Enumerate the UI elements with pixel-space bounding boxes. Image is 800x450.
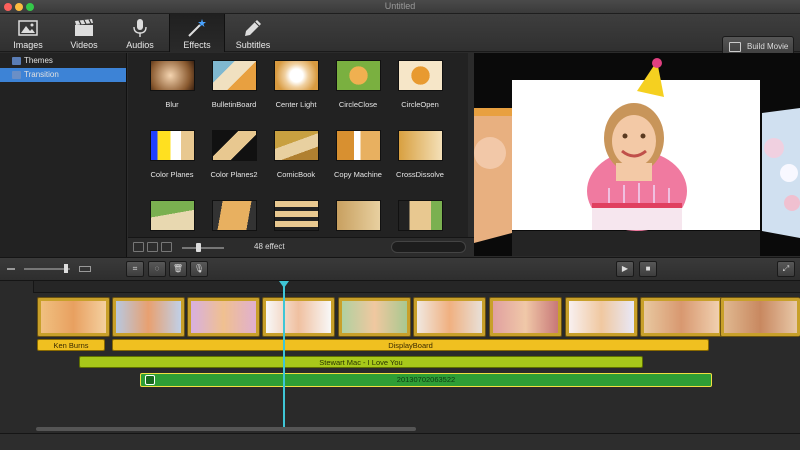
video-clip[interactable] [565,297,638,337]
timeline-scrollbar[interactable] [36,427,416,431]
video-clip[interactable] [338,297,411,337]
voice-track-label: 20130702063522 [396,375,456,384]
zoom-in-icon[interactable] [79,266,91,272]
video-clip[interactable] [37,297,110,337]
sidebar-item-themes[interactable]: Themes [0,54,126,68]
timeline-controls: ⌗ ◌ 🗑 🎙 ▶ ■ ⤢ [0,257,800,281]
effect-crossdissolve[interactable]: CrossDissolve [384,123,456,193]
music-track-label: Stewart Mac - I Love You [319,358,403,367]
images-icon [18,20,38,36]
effect-thumbnail [274,60,319,91]
thumbnail-size-slider[interactable] [182,247,224,249]
sidebar-item-label: Themes [24,56,53,65]
effect-search-input[interactable] [391,241,466,253]
video-clip[interactable] [720,297,800,337]
effect-thumbnail [398,60,443,91]
sidebar-item-label: Transition [24,70,59,79]
crop-button[interactable]: ⌗ [126,261,144,277]
playhead[interactable] [283,281,285,427]
effect-thumbnail [336,60,381,91]
status-bar [0,433,800,450]
effect-track-clip[interactable]: DisplayBoard [112,339,709,351]
delete-button[interactable]: 🗑 [169,261,187,277]
microphone-icon [133,19,147,37]
effect-count: 48 effect [254,242,285,251]
tab-subtitles[interactable]: Subtitles [225,14,281,52]
effect-thumbnail [274,200,319,231]
clapperboard-icon [75,19,93,36]
rotate-button[interactable]: ◌ [148,261,166,277]
pencil-icon [245,20,261,36]
video-preview [474,53,800,256]
video-clip[interactable] [112,297,185,337]
fullscreen-button[interactable]: ⤢ [777,261,795,277]
video-clip[interactable] [413,297,486,337]
effects-grid: Blur BulletinBoard Center Light CircleCl… [128,53,468,237]
tab-videos[interactable]: Videos [56,14,112,52]
title-bar: Untitled [0,0,800,14]
effect-thumbnail [212,200,257,231]
stop-button[interactable]: ■ [639,261,657,277]
effect-label: CircleOpen [401,100,439,109]
video-clip[interactable] [489,297,562,337]
tab-label: Effects [183,40,211,50]
timeline-zoom-knob[interactable] [64,264,68,273]
voice-track-clip[interactable]: 20130702063522 [140,373,712,387]
build-movie-label: Build Movie [747,42,789,51]
sidebar-item-transition[interactable]: Transition [0,68,126,82]
tab-label: Subtitles [235,40,271,50]
detail-view-icon[interactable] [161,242,172,252]
tab-effects[interactable]: Effects [169,14,225,52]
effect-thumbnail [150,130,195,161]
themes-icon [12,57,21,65]
tab-label: Images [13,40,43,50]
thumbnail-size-knob[interactable] [196,243,201,252]
effect-thumbnail [398,130,443,161]
video-clip[interactable] [262,297,335,337]
effect-track-label: Ken Burns [53,341,89,350]
video-clip[interactable] [187,297,260,337]
effect-circleopen[interactable]: CircleOpen [384,53,456,123]
tab-audios[interactable]: Audios [112,14,168,52]
effect-thumbnail [150,200,195,231]
effect-thumbnail [150,60,195,91]
film-icon [729,42,741,52]
effect-thumbnail [274,130,319,161]
grid-view-icon[interactable] [133,242,144,252]
transition-icon [12,71,21,79]
zoom-out-icon[interactable] [7,268,15,270]
play-button[interactable]: ▶ [616,261,634,277]
music-track-clip[interactable]: Stewart Mac - I Love You [79,356,643,368]
tab-label: Videos [70,40,98,50]
effect-thumbnail [398,200,443,231]
record-voice-button[interactable]: 🎙 [190,261,208,277]
voice-clip-icon [145,375,155,385]
effect-label: CrossDissolve [396,170,444,179]
window-title: Untitled [384,1,416,11]
video-clip[interactable] [640,297,722,337]
effect-thumbnail [336,130,381,161]
tab-label: Audios [126,40,154,50]
app-window: Untitled Images Videos Audios Effects Su… [0,0,800,450]
effect-thumbnail [212,130,257,161]
tab-images[interactable]: Images [0,14,56,52]
effect-thumbnail [336,200,381,231]
effect-item[interactable] [384,193,456,237]
effects-view-bar: 48 effect [128,237,474,256]
magic-wand-icon [188,19,206,37]
effects-sidebar: Themes Transition [0,53,127,257]
main-toolbar: Images Videos Audios Effects Subtitles B… [0,14,800,58]
effect-thumbnail [212,60,257,91]
effect-track-clip[interactable]: Ken Burns [37,339,105,351]
preview-image [474,53,800,256]
effect-track-label: DisplayBoard [388,341,433,350]
timeline-ruler[interactable] [34,281,800,293]
list-view-icon[interactable] [147,242,158,252]
